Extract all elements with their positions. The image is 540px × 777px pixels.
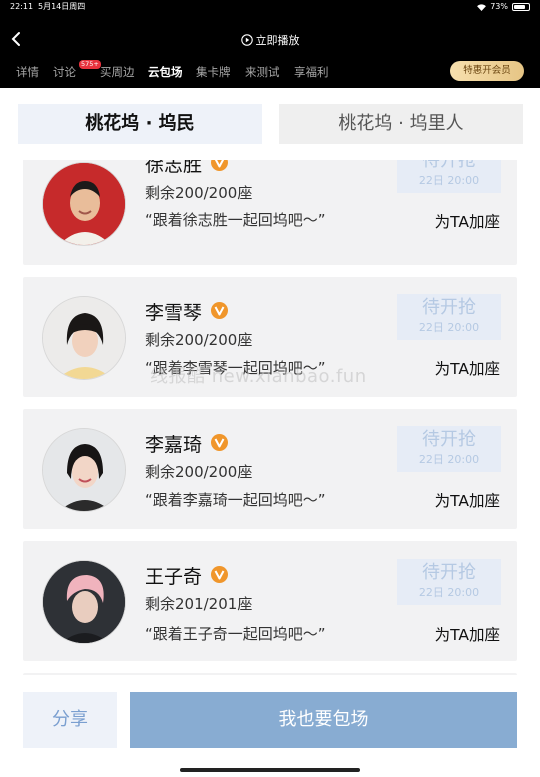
pending-label: 待开抢 — [422, 297, 476, 318]
card-remaining-seats: 剩余200/200座 — [145, 184, 253, 202]
status-bar: 22:11 5月14日周四 73% — [0, 0, 540, 14]
tab-benefits[interactable]: 享福利 — [294, 64, 329, 80]
add-seat-button[interactable]: 为TA加座 — [435, 623, 500, 645]
card-remaining-seats: 剩余200/200座 — [145, 463, 253, 481]
card-quote: “跟着王子奇一起回坞吧～” — [145, 625, 326, 643]
list-item: 王子奇 剩余201/201座 “跟着王子奇一起回坞吧～” 待开抢 22日 20:… — [23, 541, 517, 661]
add-seat-button[interactable]: 为TA加座 — [435, 210, 500, 232]
avatar-portrait — [43, 297, 125, 379]
watermark-text: 线报酷 new.xianbao.fun — [150, 366, 367, 387]
tab-discussion[interactable]: 讨论 575+ — [53, 60, 101, 80]
home-indicator[interactable] — [180, 768, 360, 772]
tab-cards[interactable]: 集卡牌 — [196, 64, 231, 80]
avatar — [42, 560, 126, 644]
add-seat-button[interactable]: 为TA加座 — [435, 357, 500, 379]
pending-status-badge: 待开抢 22日 20:00 — [397, 426, 501, 472]
tab-details[interactable]: 详情 — [16, 64, 39, 80]
booking-list[interactable]: 徐志胜 剩余200/200座 “跟着徐志胜一起回坞吧～” 待开抢 22日 20:… — [0, 160, 540, 675]
card-remaining-seats: 剩余201/201座 — [145, 595, 253, 613]
tab-merch[interactable]: 买周边 — [100, 64, 135, 80]
verified-icon — [211, 566, 228, 583]
share-button[interactable]: 分享 — [23, 692, 117, 748]
verified-icon — [211, 302, 228, 319]
list-item — [23, 673, 517, 675]
card-name: 李嘉琦 — [145, 434, 203, 456]
play-now-button[interactable]: 立即播放 — [0, 32, 540, 48]
avatar-portrait — [43, 429, 125, 511]
segment-residents[interactable]: 桃花坞 · 坞民 — [18, 104, 262, 144]
avatar-portrait — [43, 163, 125, 245]
verified-icon — [211, 434, 228, 451]
avatar — [42, 428, 126, 512]
play-now-label: 立即播放 — [255, 34, 300, 47]
discussion-count-badge: 575+ — [79, 60, 101, 69]
segment-insiders[interactable]: 桃花坞 · 坞里人 — [279, 104, 523, 144]
vip-membership-button[interactable]: 特惠开会员 — [450, 61, 524, 81]
tab-quiz[interactable]: 来测试 — [245, 64, 280, 80]
status-date: 5月14日周四 — [38, 2, 86, 11]
avatar — [42, 296, 126, 380]
play-icon — [240, 34, 253, 46]
app-header: 22:11 5月14日周四 73% 立即播放 详情 讨论 575+ 买周边 云包… — [0, 0, 540, 88]
tab-discussion-label: 讨论 — [53, 65, 76, 79]
card-remaining-seats: 剩余200/200座 — [145, 331, 253, 349]
card-name: 李雪琴 — [145, 302, 203, 324]
pending-time: 22日 20:00 — [418, 321, 480, 334]
pending-time: 22日 20:00 — [418, 453, 480, 466]
list-item: 李嘉琦 剩余200/200座 “跟着李嘉琦一起回坞吧～” 待开抢 22日 20:… — [23, 409, 517, 529]
pending-label: 待开抢 — [422, 429, 476, 450]
wifi-icon — [477, 3, 487, 11]
pending-label: 待开抢 — [422, 562, 476, 583]
card-name: 徐志胜 — [145, 160, 203, 176]
book-screening-button[interactable]: 我也要包场 — [130, 692, 517, 748]
pending-status-badge: 待开抢 22日 20:00 — [397, 559, 501, 605]
card-quote: “跟着李嘉琦一起回坞吧～” — [145, 491, 326, 509]
card-name: 王子奇 — [145, 566, 203, 588]
avatar-portrait — [43, 561, 125, 643]
status-indicators: 73% — [477, 0, 530, 14]
card-quote: “跟着徐志胜一起回坞吧～” — [145, 211, 326, 229]
avatar — [42, 162, 126, 246]
battery-icon — [512, 3, 530, 11]
pending-label: 待开抢 — [422, 160, 476, 171]
pending-status-badge: 待开抢 22日 20:00 — [397, 160, 501, 193]
status-time: 22:11 — [10, 2, 34, 11]
pending-time: 22日 20:00 — [418, 586, 480, 599]
list-item: 徐志胜 剩余200/200座 “跟着徐志胜一起回坞吧～” 待开抢 22日 20:… — [23, 160, 517, 265]
pending-time: 22日 20:00 — [418, 174, 480, 187]
top-bar: 立即播放 — [0, 24, 540, 54]
pending-status-badge: 待开抢 22日 20:00 — [397, 294, 501, 340]
battery-percent: 73% — [490, 2, 508, 11]
tab-cloud-booking[interactable]: 云包场 — [148, 64, 183, 80]
add-seat-button[interactable]: 为TA加座 — [435, 489, 500, 511]
verified-icon — [211, 160, 228, 171]
